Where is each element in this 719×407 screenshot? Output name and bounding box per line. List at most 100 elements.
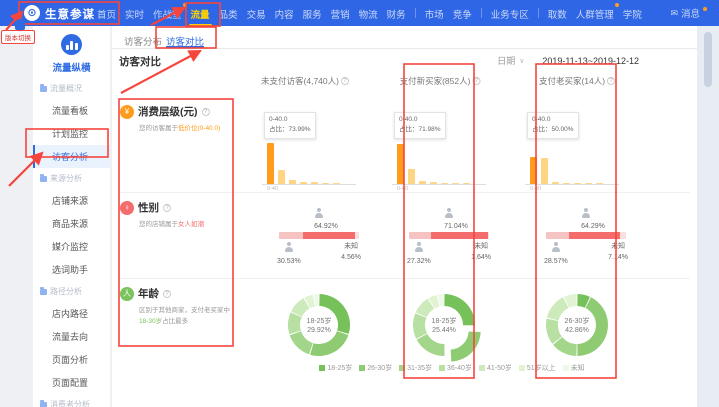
column-header-2: 支付老买家(14人)? — [539, 75, 615, 87]
unknown-percentage: 4.56% — [341, 253, 361, 264]
legend-label: 26-30岁 — [367, 363, 392, 373]
column-header-label: 未支付访客(4,740人) — [261, 75, 339, 87]
gender-stacked-bar — [409, 232, 489, 239]
gender-stacked-bar — [546, 232, 626, 239]
top-navbar: ⊙ 生意参谋 首页实时作战室流量品类交易内容服务营销物流财务市场竞争业务专区取数… — [0, 0, 719, 26]
gender-bar-segment — [355, 232, 359, 239]
scrollbar-track[interactable] — [697, 26, 719, 407]
x-axis — [392, 184, 486, 185]
tooltip-range: 0-40.0 — [269, 115, 311, 125]
nav-item-服务[interactable]: 服务 — [303, 0, 322, 27]
sidebar-item-选词助手[interactable]: 选词助手 — [33, 258, 110, 281]
help-icon[interactable]: ? — [202, 108, 210, 116]
nav-item-财务[interactable]: 财务 — [387, 0, 406, 27]
nav-item-流量[interactable]: 流量 — [191, 0, 210, 27]
nav-item-市场[interactable]: 市场 — [425, 0, 444, 27]
nav-item-作战室[interactable]: 作战室 — [153, 0, 182, 27]
nav-item-品类[interactable]: 品类 — [219, 0, 238, 27]
legend-item-41-50岁[interactable]: 41-50岁 — [479, 363, 512, 373]
legend-item-未知[interactable]: 未知 — [563, 363, 585, 373]
nav-item-首页[interactable]: 首页 — [97, 0, 116, 27]
gender-bottom-labels: 27.32%未知1.64% — [406, 242, 492, 267]
gender-chart-2: 64.29%28.57%未知7.14% — [543, 205, 629, 267]
date-range-value: 2019-11-13~2019-12-12 — [542, 56, 639, 66]
product-logo-icon[interactable] — [61, 34, 82, 55]
legend-item-31-35岁[interactable]: 31-35岁 — [399, 363, 432, 373]
legend-item-36-40岁[interactable]: 36-40岁 — [439, 363, 472, 373]
legend-label: 41-50岁 — [487, 363, 512, 373]
consumption-chart-1: 0-40.0占比：71.98% 0-40 — [392, 110, 492, 196]
desc-text: 占比最多 — [162, 318, 188, 325]
nav-item-实时[interactable]: 实时 — [125, 0, 144, 27]
legend-label: 18-25岁 — [327, 363, 352, 373]
legend-item-51岁以上[interactable]: 51岁以上 — [519, 363, 556, 373]
legend-swatch — [359, 365, 365, 371]
nav-item-人群管理[interactable]: 人群管理 — [576, 0, 614, 27]
desc-text: 您的访客属于 — [139, 125, 178, 132]
messages-button[interactable]: ✉ 消息 — [670, 0, 707, 26]
sidebar-item-页面分析[interactable]: 页面分析 — [33, 348, 110, 371]
person-icon — [582, 208, 591, 218]
date-picker[interactable]: 日期 ∨ 2019-11-13~2019-12-12 — [497, 54, 639, 67]
help-icon[interactable]: ? — [341, 77, 349, 85]
sidebar-item-计划监控[interactable]: 计划监控 — [33, 122, 110, 145]
sidebar-menu: 流量概况流量看板计划监控访客分析来源分析店铺来源商品来源媒介监控选词助手路径分析… — [33, 78, 110, 407]
row-label-age: 人 年龄 ? 区别于其他商家，支付老买家中18-30岁占比最多 — [120, 286, 236, 327]
help-icon[interactable]: ? — [472, 77, 480, 85]
donut-svg — [279, 285, 359, 365]
sidebar-section-来源分析: 来源分析 — [33, 168, 110, 189]
product-name: 流量纵横 — [33, 60, 110, 74]
nav-item-业务专区[interactable]: 业务专区 — [491, 0, 529, 27]
male-percentage: 30.53% — [277, 257, 301, 268]
tooltip-range: 0-40.0 — [399, 115, 441, 125]
gender-bar-segment — [488, 232, 489, 239]
sidebar-item-流量看板[interactable]: 流量看板 — [33, 99, 110, 122]
nav-item-学院[interactable]: 学院 — [623, 0, 642, 27]
legend-swatch — [519, 365, 525, 371]
row-title: 年龄 — [138, 286, 159, 301]
legend-item-18-25岁[interactable]: 18-25岁 — [319, 363, 352, 373]
nav-item-内容[interactable]: 内容 — [275, 0, 294, 27]
sidebar-item-页面配置[interactable]: 页面配置 — [33, 371, 110, 394]
sidebar-item-访客分析[interactable]: 访客分析 — [33, 145, 110, 168]
nav-item-竞争[interactable]: 竞争 — [453, 0, 472, 27]
unknown-percentage: 1.64% — [471, 253, 491, 264]
nav-item-物流[interactable]: 物流 — [359, 0, 378, 27]
row-head: 人 年龄 ? — [120, 286, 236, 301]
row-description: 您的访客属于低价位(0-40.0) — [139, 123, 236, 134]
brand-logo-icon[interactable]: ⊙ — [24, 5, 40, 21]
messages-label: 消息 — [681, 6, 700, 20]
gender-chart-0: 64.92%30.53%未知4.56% — [276, 205, 362, 267]
age-donut-2: 26-30岁42.86% — [537, 285, 617, 365]
folder-icon — [40, 289, 47, 295]
tooltip-share: 占比：71.98% — [399, 125, 441, 135]
age-donut-1: 18-25岁25.44% — [404, 285, 484, 365]
desc-text: 您的店铺属于 — [139, 221, 178, 228]
gender-bar-segment — [279, 232, 303, 239]
sidebar-item-商品来源[interactable]: 商品来源 — [33, 212, 110, 235]
help-icon[interactable]: ? — [163, 204, 171, 212]
help-icon[interactable]: ? — [607, 77, 615, 85]
tab-visitor-distribution[interactable]: 访客分布 — [124, 34, 162, 48]
x-axis-label: 0-40 — [397, 186, 408, 192]
sidebar-item-店内路径[interactable]: 店内路径 — [33, 302, 110, 325]
age-donut-0: 18-25岁29.92% — [279, 285, 359, 365]
unknown-label: 未知 — [608, 242, 628, 253]
column-header-0: 未支付访客(4,740人)? — [261, 75, 349, 87]
nav-item-取数[interactable]: 取数 — [548, 0, 567, 27]
female-indicator — [406, 205, 492, 223]
help-icon[interactable]: ? — [163, 290, 171, 298]
sidebar-item-媒介监控[interactable]: 媒介监控 — [33, 235, 110, 258]
sidebar-item-流量去向[interactable]: 流量去向 — [33, 325, 110, 348]
row-label-gender: ♀ 性别 ? 您的店铺属于女人如潮 — [120, 200, 236, 230]
legend-swatch — [563, 365, 569, 371]
divider — [112, 48, 697, 49]
brand-title[interactable]: 生意参谋 — [45, 6, 95, 22]
nav-item-营销[interactable]: 营销 — [331, 0, 350, 27]
legend-item-26-30岁[interactable]: 26-30岁 — [359, 363, 392, 373]
donut-slice — [451, 331, 481, 361]
scrollbar-thumb[interactable] — [704, 32, 712, 87]
sidebar-item-店铺来源[interactable]: 店铺来源 — [33, 189, 110, 212]
nav-item-交易[interactable]: 交易 — [247, 0, 266, 27]
age-icon: 人 — [120, 287, 134, 301]
